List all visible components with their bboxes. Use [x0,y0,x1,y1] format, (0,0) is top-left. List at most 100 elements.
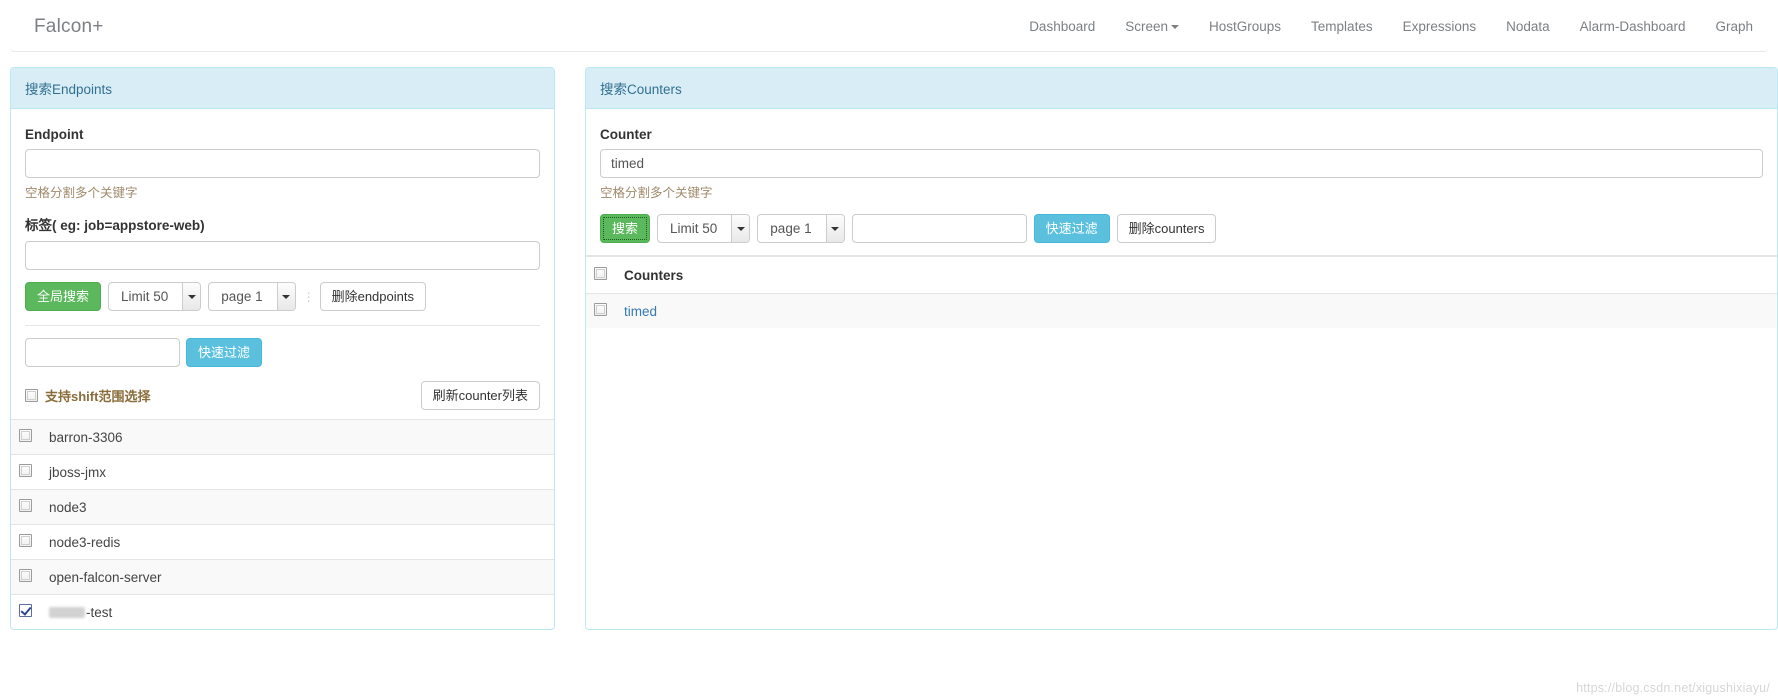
counters-page-value: page 1 [770,221,812,236]
delete-endpoints-button[interactable]: 删除endpoints [319,282,426,311]
nav-item-alarm-dashboard[interactable]: Alarm-Dashboard [1565,2,1701,52]
counter-row-checkbox[interactable] [594,303,607,316]
nav-label: Expressions [1402,18,1477,34]
endpoints-action-row: 全局搜索 Limit 50 page 1 ⋮ 删除endpoints [25,282,540,311]
nav-label: Screen [1125,18,1169,34]
endpoint-row-checkbox[interactable] [19,499,32,512]
endpoint-name: barron-3306 [49,429,123,445]
row-checkbox-cell[interactable] [11,455,41,490]
endpoint-input[interactable] [25,149,540,178]
brand-logo[interactable]: Falcon+ [24,2,114,52]
nav-label: Nodata [1506,18,1550,34]
nav-item-templates[interactable]: Templates [1296,2,1388,52]
table-row[interactable]: jboss-jmx [11,454,554,490]
endpoint-name: jboss-jmx [49,464,107,480]
counters-limit-select[interactable]: Limit 50 [657,214,751,243]
table-row[interactable]: node3 [11,489,554,525]
endpoint-name: -test [86,604,113,620]
nav-item-graph[interactable]: Graph [1700,2,1768,52]
endpoint-row-checkbox[interactable] [19,534,32,547]
global-search-button[interactable]: 全局搜索 [25,282,102,311]
table-row[interactable]: barron-3306 [11,419,554,455]
counters-action-row: 搜索 Limit 50 page 1 快速过滤 删除counters [600,214,1763,243]
divider [25,325,540,326]
endpoints-page-select[interactable]: page 1 [208,282,296,311]
chevron-down-icon [276,283,295,310]
endpoint-help-text: 空格分割多个关键字 [25,186,138,200]
counter-label: Counter [600,127,652,142]
table-header-row: Counters [586,256,1777,294]
chevron-down-icon [1171,24,1180,29]
counters-search-button[interactable]: 搜索 [600,214,651,243]
chevron-down-icon [731,215,750,242]
counters-list-wrapper: Counters timed [586,255,1777,328]
counters-table: Counters timed [586,256,1777,328]
redacted-text-icon [49,606,85,618]
row-checkbox-cell[interactable] [11,490,41,525]
endpoint-row-checkbox[interactable] [19,604,32,617]
endpoints-limit-value: Limit 50 [121,289,169,304]
endpoints-limit-select[interactable]: Limit 50 [108,282,202,311]
counters-page-select[interactable]: page 1 [757,214,845,243]
table-row[interactable]: node3-redis [11,524,554,560]
table-row[interactable]: open-falcon-server [11,559,554,595]
endpoints-panel: 搜索Endpoints Endpoint 空格分割多个关键字 标签( eg: j… [10,67,555,630]
nav-menu: Dashboard Screen HostGroups Templates Ex… [1014,2,1768,52]
row-checkbox-cell[interactable] [586,294,616,329]
watermark-text: https://blog.csdn.net/xigushixiayu/ [1576,681,1770,695]
endpoint-row-checkbox[interactable] [19,569,32,582]
nav-item-hostgroups[interactable]: HostGroups [1194,2,1296,52]
row-checkbox-cell[interactable] [11,525,41,560]
endpoints-quick-filter-button[interactable]: 快速过滤 [186,338,263,367]
table-row[interactable]: timed [586,293,1777,329]
counters-quick-filter-button[interactable]: 快速过滤 [1033,214,1110,243]
shift-range-checkbox[interactable] [25,389,38,402]
nav-item-screen[interactable]: Screen [1110,2,1194,52]
endpoint-name: open-falcon-server [49,569,162,585]
counters-limit-value: Limit 50 [670,221,718,236]
endpoint-name: node3 [49,499,87,515]
nav-label: Alarm-Dashboard [1579,18,1686,34]
endpoints-panel-heading: 搜索Endpoints [11,68,554,109]
chevron-down-icon [825,215,844,242]
endpoint-row-checkbox[interactable] [19,464,32,477]
top-navbar: Falcon+ Dashboard Screen HostGroups Temp… [10,2,1768,52]
endpoints-page-value: page 1 [221,289,263,304]
endpoint-name: node3-redis [49,534,121,550]
refresh-counter-list-button[interactable]: 刷新counter列表 [420,381,540,410]
nav-item-nodata[interactable]: Nodata [1491,2,1565,52]
nav-label: Dashboard [1029,18,1096,34]
shift-range-label[interactable]: 支持shift范围选择 [25,386,150,405]
nav-label: Templates [1311,18,1373,34]
endpoints-panel-body: Endpoint 空格分割多个关键字 标签( eg: job=appstore-… [11,109,554,629]
vertical-dots-separator: ⋮ [302,289,315,304]
endpoints-list-table: barron-3306 jboss-jmx node3 node3-redis … [11,419,554,629]
counters-column-header: Counters [616,256,1777,294]
counters-quick-filter-input[interactable] [851,214,1027,243]
counter-name-link[interactable]: timed [624,304,657,319]
table-row[interactable]: -test [11,594,554,630]
counter-name-cell: timed [616,294,1777,329]
endpoints-quick-filter-input[interactable] [25,338,180,367]
counters-panel-body: Counter 空格分割多个关键字 搜索 Limit 50 page 1 快速过… [586,109,1777,328]
nav-item-expressions[interactable]: Expressions [1388,2,1492,52]
counter-help-text: 空格分割多个关键字 [600,186,713,200]
endpoint-row-checkbox[interactable] [19,429,32,442]
row-checkbox-cell[interactable] [11,420,41,455]
select-all-cell[interactable] [586,256,616,294]
endpoints-list-wrapper: barron-3306 jboss-jmx node3 node3-redis … [11,419,554,629]
shift-range-text: 支持shift范围选择 [45,389,151,404]
endpoint-label: Endpoint [25,127,84,142]
nav-item-dashboard[interactable]: Dashboard [1014,2,1110,52]
row-checkbox-cell[interactable] [11,560,41,595]
tag-input[interactable] [25,241,540,270]
endpoints-quick-filter-row: 快速过滤 [25,338,540,367]
select-all-checkbox[interactable] [594,267,607,280]
row-checkbox-cell[interactable] [11,595,41,630]
nav-label: Graph [1715,18,1753,34]
counters-panel-heading: 搜索Counters [586,68,1777,109]
tag-label: 标签( eg: job=appstore-web) [25,218,205,233]
counter-input[interactable] [600,149,1763,178]
shift-range-row: 支持shift范围选择 刷新counter列表 [25,381,540,419]
delete-counters-button[interactable]: 删除counters [1116,214,1217,243]
